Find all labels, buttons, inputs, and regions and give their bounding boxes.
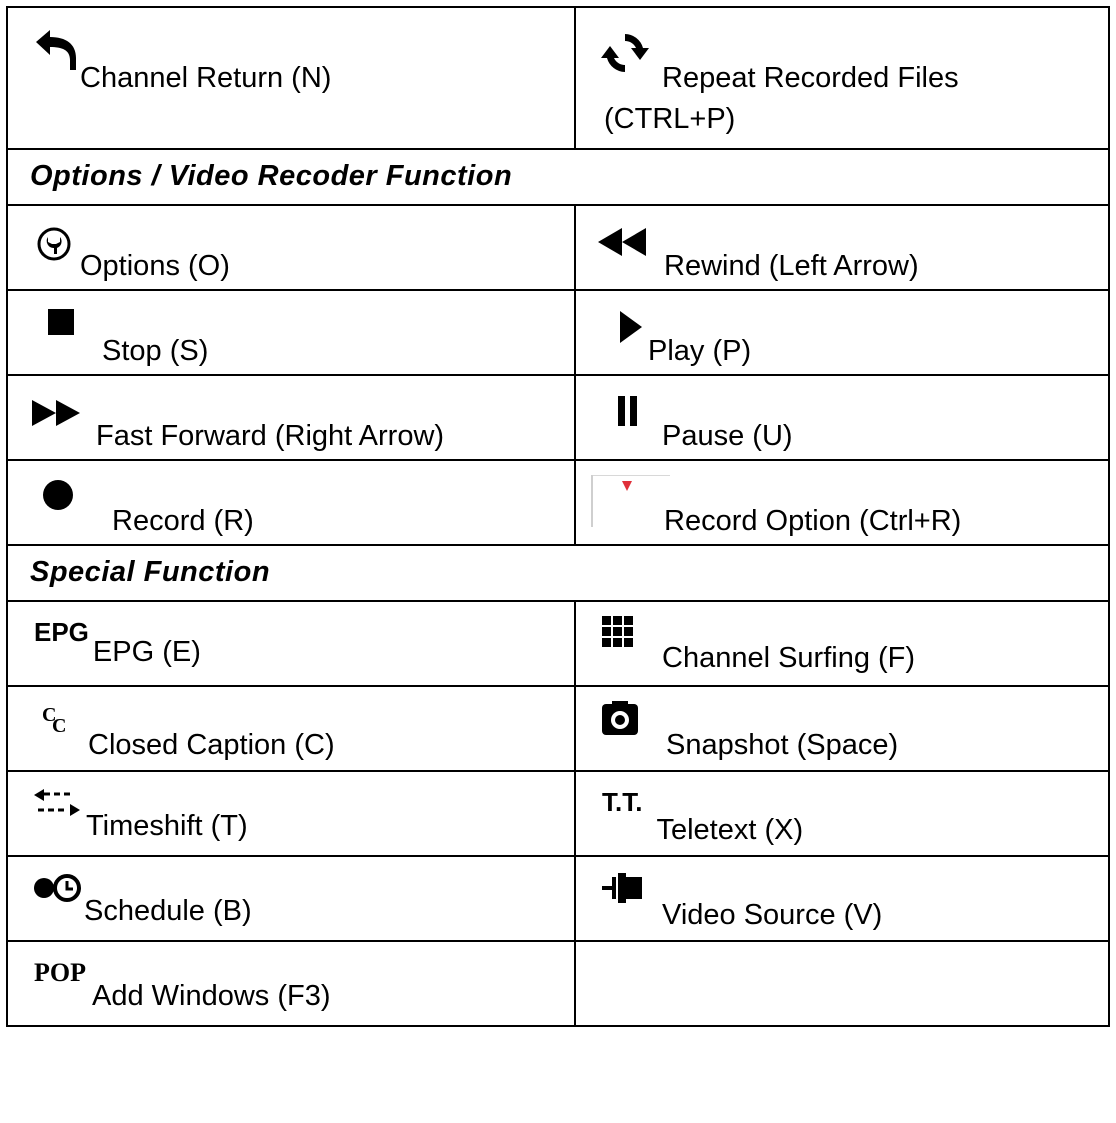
fast-forward-label: Fast Forward (Right Arrow) bbox=[96, 420, 445, 452]
repeat-icon bbox=[600, 28, 650, 86]
camera-icon bbox=[602, 701, 638, 743]
rewind-icon bbox=[598, 228, 648, 264]
record-label: Record (R) bbox=[112, 505, 254, 537]
repeat-files-shortcut: (CTRL+P) bbox=[604, 103, 736, 136]
cell-repeat-files: Repeat Recorded Files (CTRL+P) bbox=[574, 6, 1110, 150]
fast-forward-icon bbox=[32, 400, 80, 434]
table-row: Stop (S) Play (P) bbox=[6, 289, 1110, 376]
cell-channel-surfing: Channel Surfing (F) bbox=[574, 600, 1110, 687]
cell-record: Record (R) bbox=[6, 459, 576, 546]
cell-options: Options (O) bbox=[6, 204, 576, 291]
pause-icon bbox=[618, 396, 638, 434]
cell-timeshift: Timeshift (T) bbox=[6, 770, 576, 857]
play-icon bbox=[620, 311, 642, 351]
table-row: Options / Video Recoder Function bbox=[6, 148, 1110, 206]
timeshift-icon bbox=[34, 788, 80, 826]
cell-rewind: Rewind (Left Arrow) bbox=[574, 204, 1110, 291]
video-source-label: Video Source (V) bbox=[662, 899, 883, 931]
cell-play: Play (P) bbox=[574, 289, 1110, 376]
add-windows-label: Add Windows (F3) bbox=[92, 980, 331, 1012]
wrench-circle-icon bbox=[36, 226, 72, 270]
cell-video-source: Video Source (V) bbox=[574, 855, 1110, 942]
cell-schedule: Schedule (B) bbox=[6, 855, 576, 942]
repeat-files-label: Repeat Recorded Files bbox=[662, 62, 959, 94]
record-dot-icon bbox=[42, 479, 74, 519]
cell-stop: Stop (S) bbox=[6, 289, 576, 376]
table-row: EPGEPG (E) Channel Surfing (F) bbox=[6, 600, 1110, 687]
cell-closed-caption: CC Closed Caption (C) bbox=[6, 685, 576, 772]
teletext-label: Teletext (X) bbox=[656, 814, 804, 846]
table-row: Schedule (B) Video Source (V) bbox=[6, 855, 1110, 942]
play-label: Play (P) bbox=[648, 335, 752, 367]
cell-pause: Pause (U) bbox=[574, 374, 1110, 461]
timeshift-label: Timeshift (T) bbox=[86, 810, 248, 842]
table-row: Timeshift (T) T.T. Teletext (X) bbox=[6, 770, 1110, 857]
pause-label: Pause (U) bbox=[662, 420, 793, 452]
record-option-label: Record Option (Ctrl+R) bbox=[664, 505, 962, 537]
dropdown-arrow-icon bbox=[590, 474, 670, 535]
snapshot-label: Snapshot (Space) bbox=[666, 729, 899, 761]
plug-icon bbox=[602, 873, 644, 911]
cell-empty bbox=[574, 940, 1110, 1027]
pop-icon: POP bbox=[34, 958, 86, 987]
closed-caption-label: Closed Caption (C) bbox=[88, 729, 335, 761]
table-row: POPAdd Windows (F3) bbox=[6, 940, 1110, 1027]
epg-icon: EPG bbox=[34, 617, 89, 647]
options-label: Options (O) bbox=[80, 250, 230, 282]
return-arrow-icon bbox=[32, 28, 80, 78]
stop-label: Stop (S) bbox=[102, 335, 209, 367]
section-options: Options / Video Recoder Function bbox=[6, 148, 1110, 206]
section-special: Special Function bbox=[6, 544, 1110, 602]
epg-label: EPG (E) bbox=[92, 636, 201, 668]
cell-channel-return: Channel Return (N) bbox=[6, 6, 576, 150]
teletext-icon: T.T. bbox=[602, 787, 643, 817]
table-row: CC Closed Caption (C) Snapshot (Space) bbox=[6, 685, 1110, 772]
section-title-options: Options / Video Recoder Function bbox=[30, 160, 513, 193]
rewind-label: Rewind (Left Arrow) bbox=[664, 250, 919, 282]
table-row: Channel Return (N) Repeat Recorded Files… bbox=[6, 6, 1110, 150]
cell-record-option: Record Option (Ctrl+R) bbox=[574, 459, 1110, 546]
cell-teletext: T.T. Teletext (X) bbox=[574, 770, 1110, 857]
channel-surfing-label: Channel Surfing (F) bbox=[662, 642, 916, 674]
cell-fast-forward: Fast Forward (Right Arrow) bbox=[6, 374, 576, 461]
channel-return-label: Channel Return (N) bbox=[80, 62, 332, 94]
section-title-special: Special Function bbox=[30, 556, 271, 589]
stop-icon bbox=[48, 309, 74, 343]
schedule-clock-icon bbox=[34, 873, 82, 911]
table-row: Record (R) Record Option (Ctrl+R) bbox=[6, 459, 1110, 546]
grid-icon bbox=[602, 616, 634, 656]
shortcut-table: Channel Return (N) Repeat Recorded Files… bbox=[6, 6, 1110, 1027]
table-row: Options (O) Rewind (Left Arrow) bbox=[6, 204, 1110, 291]
svg-text:C: C bbox=[52, 715, 66, 735]
cell-snapshot: Snapshot (Space) bbox=[574, 685, 1110, 772]
table-row: Special Function bbox=[6, 544, 1110, 602]
schedule-label: Schedule (B) bbox=[84, 895, 252, 927]
cell-epg: EPGEPG (E) bbox=[6, 600, 576, 687]
cell-add-windows: POPAdd Windows (F3) bbox=[6, 940, 576, 1027]
closed-caption-icon: CC bbox=[42, 703, 74, 743]
table-row: Fast Forward (Right Arrow) Pause (U) bbox=[6, 374, 1110, 461]
